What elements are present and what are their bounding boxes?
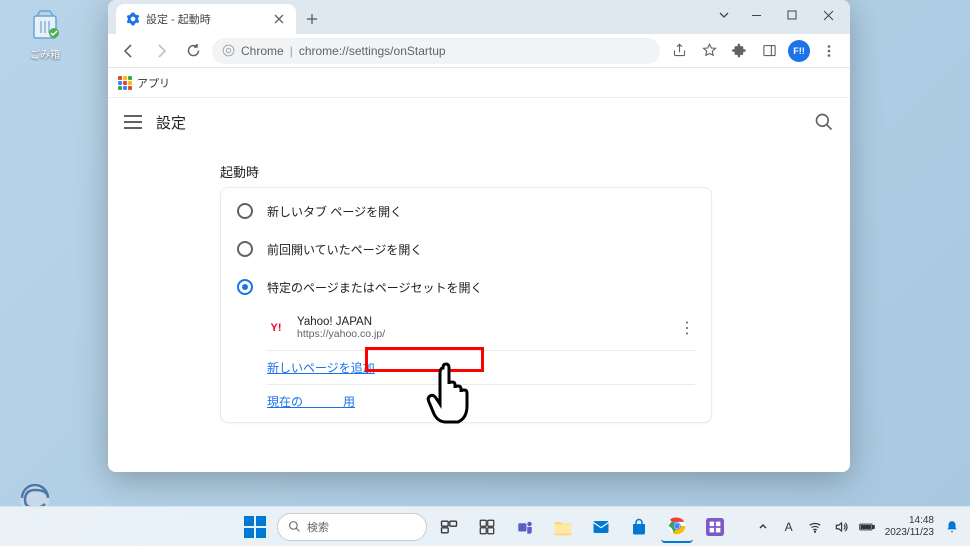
apps-label: アプリ — [137, 75, 170, 91]
menu-icon[interactable] — [816, 38, 842, 64]
clock-time: 14:48 — [885, 515, 934, 527]
radio-icon — [237, 279, 253, 295]
radio-icon — [237, 203, 253, 219]
radio-icon — [237, 241, 253, 257]
recycle-bin-icon — [27, 6, 63, 42]
close-button[interactable] — [810, 1, 846, 29]
forward-button[interactable] — [148, 38, 174, 64]
battery-icon[interactable] — [859, 519, 875, 535]
start-button[interactable] — [239, 511, 271, 543]
taskbar: 検索 A 14:48 2023/11/23 — [0, 506, 970, 546]
browser-tab[interactable]: 設定 - 起動時 — [116, 4, 296, 34]
taskbar-search[interactable]: 検索 — [277, 513, 427, 541]
add-page-link[interactable]: 新しいページを追加 — [267, 361, 375, 375]
search-icon — [288, 520, 301, 533]
radio-continue[interactable]: 前回開いていたページを開く — [221, 230, 711, 268]
settings-content: 設定 起動時 新しいタブ ページを開く 前回開いていたページを開く 特定のページ… — [108, 98, 850, 472]
wifi-icon[interactable] — [807, 519, 823, 535]
tab-title: 設定 - 起動時 — [146, 11, 266, 27]
page-name: Yahoo! JAPAN — [297, 316, 385, 328]
yahoo-favicon: Y! — [267, 319, 285, 337]
clock-date: 2023/11/23 — [885, 527, 934, 539]
bookmarks-bar: アプリ — [108, 68, 850, 98]
minimize-button[interactable] — [738, 1, 774, 29]
chrome-window: 設定 - 起動時 Chrome | chrome://settings/onSt… — [108, 0, 850, 472]
radio-label-new-tab: 新しいタブ ページを開く — [267, 203, 402, 220]
omnibox-chip: Chrome — [241, 44, 284, 58]
clock[interactable]: 14:48 2023/11/23 — [885, 515, 934, 539]
reload-button[interactable] — [180, 38, 206, 64]
app-icon[interactable] — [699, 511, 731, 543]
radio-label-specific: 特定のページまたはページセットを開く — [267, 279, 483, 296]
page-url: https://yahoo.co.jp/ — [297, 328, 385, 340]
teams-icon[interactable] — [509, 511, 541, 543]
new-tab-button[interactable] — [300, 7, 324, 31]
explorer-icon[interactable] — [547, 511, 579, 543]
search-icon[interactable] — [814, 112, 834, 132]
ime-indicator[interactable]: A — [781, 519, 797, 535]
window-controls — [710, 0, 846, 30]
omnibox[interactable]: Chrome | chrome://settings/onStartup — [212, 38, 660, 64]
chrome-taskbar-icon[interactable] — [661, 511, 693, 543]
settings-icon — [126, 12, 140, 26]
radio-new-tab[interactable]: 新しいタブ ページを開く — [221, 192, 711, 230]
tray-chevron-icon[interactable] — [755, 519, 771, 535]
bookmark-star-icon[interactable] — [696, 38, 722, 64]
extensions-icon[interactable] — [726, 38, 752, 64]
back-button[interactable] — [116, 38, 142, 64]
share-icon[interactable] — [666, 38, 692, 64]
menu-hamburger-icon[interactable] — [124, 115, 142, 129]
tab-dropdown-icon[interactable] — [710, 1, 738, 29]
side-panel-icon[interactable] — [756, 38, 782, 64]
taskbar-center: 検索 — [239, 511, 731, 543]
radio-label-continue: 前回開いていたページを開く — [267, 241, 422, 258]
taskbar-right: A 14:48 2023/11/23 — [755, 515, 970, 539]
add-page-row: 新しいページを追加 — [221, 351, 711, 384]
apps-grid-icon — [118, 76, 132, 90]
use-current-link[interactable]: 現在の 用 — [267, 395, 355, 409]
address-bar: Chrome | chrome://settings/onStartup F!! — [108, 34, 850, 68]
radio-specific[interactable]: 特定のページまたはページセットを開く — [221, 268, 711, 306]
volume-icon[interactable] — [833, 519, 849, 535]
startup-card: 新しいタブ ページを開く 前回開いていたページを開く 特定のページまたはページセ… — [220, 187, 712, 423]
recycle-bin-label: ごみ箱 — [20, 46, 70, 61]
notifications-icon[interactable] — [944, 519, 960, 535]
mail-icon[interactable] — [585, 511, 617, 543]
titlebar: 設定 - 起動時 — [108, 0, 850, 34]
search-placeholder: 検索 — [307, 519, 329, 535]
tab-close-icon[interactable] — [272, 12, 286, 26]
apps-shortcut[interactable]: アプリ — [118, 75, 170, 91]
section-title: 起動時 — [220, 162, 850, 181]
settings-header: 設定 — [108, 98, 850, 146]
address-actions: F!! — [666, 38, 842, 64]
windows-logo-icon — [244, 516, 266, 538]
recycle-bin[interactable]: ごみ箱 — [20, 6, 70, 61]
chrome-icon — [222, 44, 235, 57]
row-more-icon[interactable]: ⋮ — [679, 318, 695, 338]
maximize-button[interactable] — [774, 1, 810, 29]
store-icon[interactable] — [623, 511, 655, 543]
use-current-row: 現在の 用 — [221, 385, 711, 418]
task-view-icon[interactable] — [433, 511, 465, 543]
startup-page-row: Y! Yahoo! JAPAN https://yahoo.co.jp/ ⋮ — [221, 306, 711, 350]
widgets-icon[interactable] — [471, 511, 503, 543]
page-title: 設定 — [156, 112, 186, 133]
omnibox-url: chrome://settings/onStartup — [299, 44, 446, 58]
profile-avatar[interactable]: F!! — [786, 38, 812, 64]
